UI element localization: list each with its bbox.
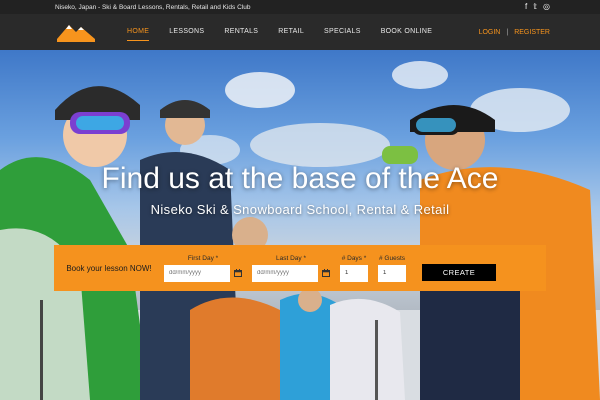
booking-bar: Book your lesson NOW! First Day * Last D… — [54, 245, 546, 291]
nav-rentals[interactable]: RENTALS — [214, 14, 268, 50]
guests-input[interactable] — [378, 264, 406, 282]
nav-home[interactable]: HOME — [117, 14, 159, 50]
account-separator: | — [506, 28, 509, 36]
nav-book-online[interactable]: BOOK ONLINE — [371, 14, 443, 50]
calendar-icon[interactable] — [322, 269, 330, 277]
create-booking-button[interactable]: CREATE — [422, 264, 496, 281]
tripadvisor-icon[interactable]: ◎ — [543, 3, 550, 11]
mountain-logo-icon — [57, 25, 95, 42]
days-field: # Days * — [340, 255, 368, 282]
hero-title: Find us at the base of the Ace — [101, 162, 499, 195]
last-day-input[interactable] — [252, 264, 318, 282]
twitter-icon[interactable]: 𝕥 — [533, 3, 537, 11]
first-day-field: First Day * — [164, 255, 242, 282]
last-day-field: Last Day * — [252, 255, 330, 282]
guests-field: # Guests — [378, 255, 406, 282]
social-links: f 𝕥 ◎ — [525, 3, 550, 11]
hero-photo — [0, 61, 600, 400]
first-day-label: First Day * — [187, 254, 219, 262]
days-label: # Days * — [341, 254, 367, 262]
site-logo[interactable] — [55, 20, 97, 44]
nav-lessons[interactable]: LESSONS — [159, 14, 214, 50]
account-links: LOGIN | REGISTER — [479, 29, 550, 36]
register-link[interactable]: REGISTER — [514, 29, 550, 36]
hero-banner: Find us at the base of the Ace Niseko Sk… — [0, 50, 600, 400]
calendar-icon[interactable] — [234, 269, 242, 277]
first-day-input[interactable] — [164, 264, 230, 282]
facebook-icon[interactable]: f — [525, 3, 527, 11]
site-tagline: Niseko, Japan - Ski & Board Lessons, Ren… — [55, 3, 251, 11]
guests-label: # Guests — [378, 254, 405, 262]
last-day-label: Last Day * — [276, 254, 306, 262]
hero-subtitle: Niseko Ski & Snowboard School, Rental & … — [150, 202, 450, 217]
days-input[interactable] — [340, 264, 368, 282]
top-info-bar: Niseko, Japan - Ski & Board Lessons, Ren… — [0, 0, 600, 14]
login-link[interactable]: LOGIN — [479, 29, 501, 36]
nav-specials[interactable]: SPECIALS — [314, 14, 371, 50]
nav-retail[interactable]: RETAIL — [268, 14, 314, 50]
main-navbar: HOME LESSONS RENTALS RETAIL SPECIALS BOO… — [0, 14, 600, 50]
primary-nav: HOME LESSONS RENTALS RETAIL SPECIALS BOO… — [117, 14, 442, 50]
booking-cta-label: Book your lesson NOW! — [66, 263, 152, 273]
